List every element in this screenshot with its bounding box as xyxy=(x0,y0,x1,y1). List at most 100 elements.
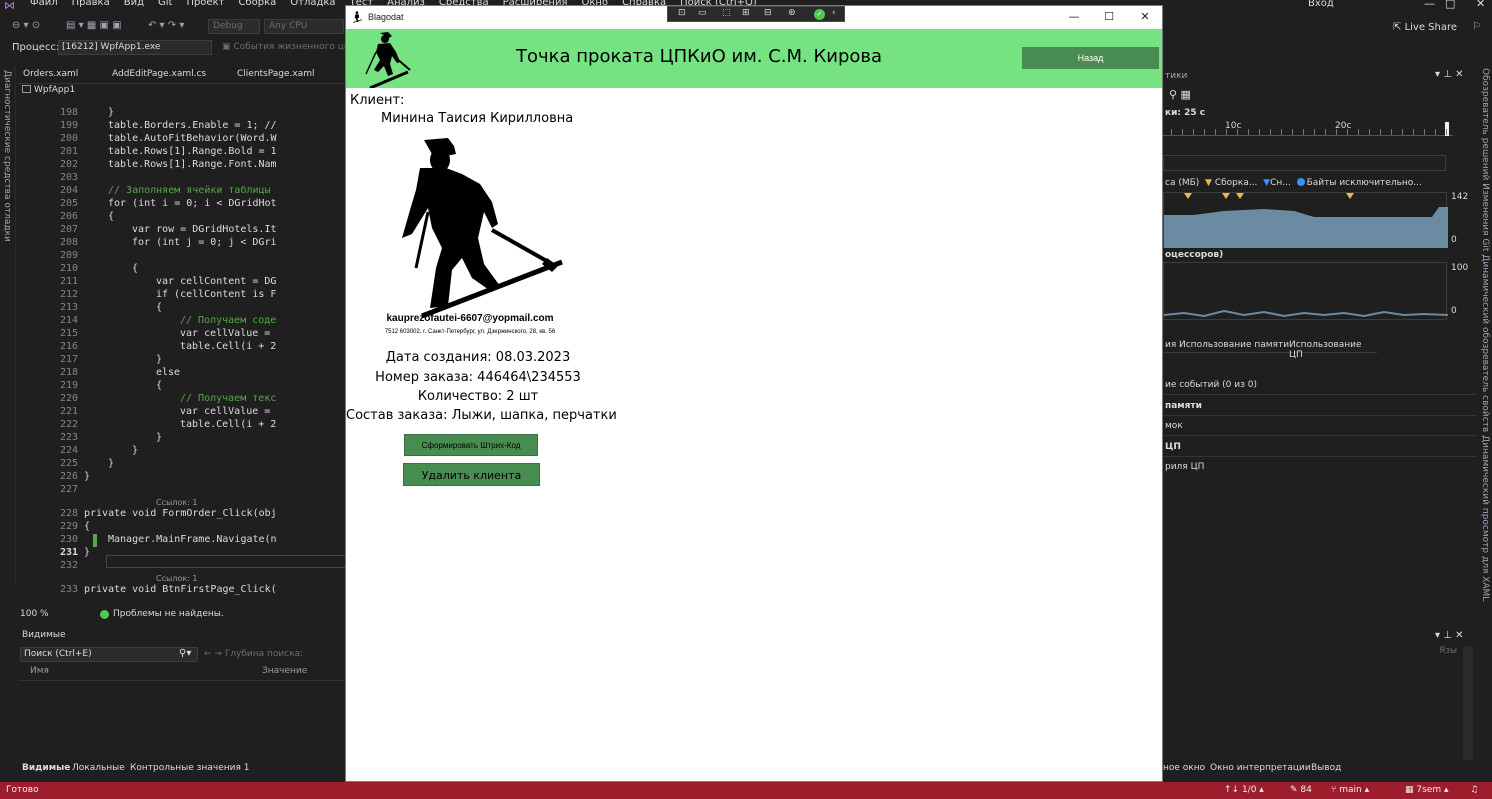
code-line[interactable]: 231} xyxy=(18,547,345,560)
code-line[interactable]: 219 { xyxy=(18,380,345,393)
app-maximize-button[interactable]: ☐ xyxy=(1097,9,1121,25)
code-line[interactable]: 207 var row = DGridHotels.It xyxy=(18,224,345,237)
code-line[interactable]: 201 table.Rows[1].Range.Bold = 1 xyxy=(18,146,345,159)
code-line[interactable]: 232 xyxy=(18,560,345,573)
xaml-debug-toolbar[interactable]: ⊡ ▭ ⬚ ⊞ ⊟ ⊛ ✓ ‹ xyxy=(667,6,845,22)
code-line[interactable]: 216 table.Cell(i + 2 xyxy=(18,341,345,354)
back-nav-icon[interactable]: ⊖ ▾ ⊙ xyxy=(12,20,40,31)
code-line[interactable]: 210 { xyxy=(18,263,345,276)
code-line[interactable]: 218 else xyxy=(18,367,345,380)
config-combo[interactable]: Debug xyxy=(208,19,260,34)
code-line[interactable]: 229 { xyxy=(18,521,345,534)
menu-item[interactable]: Git xyxy=(158,0,172,14)
search-icon[interactable]: ⚲▾ xyxy=(179,648,191,659)
tab-locals[interactable]: Локальные xyxy=(72,763,125,773)
menu-item[interactable]: Правка xyxy=(72,0,110,14)
code-line[interactable]: 233 private void BtnFirstPage_Click( xyxy=(18,584,345,597)
code-line[interactable]: 226} xyxy=(18,471,345,484)
code-line[interactable]: 228 private void FormOrder_Click(obj xyxy=(18,508,345,521)
code-line[interactable]: 209 xyxy=(18,250,345,263)
code-line[interactable]: 212 if (cellContent is F xyxy=(18,289,345,302)
adorners-icon[interactable]: ⊞ xyxy=(742,8,750,18)
vs-minimize-button[interactable]: — xyxy=(1424,0,1435,10)
code-editor[interactable]: 198} 199 table.Borders.Enable = 1; //200 ta… xyxy=(18,100,345,607)
code-line[interactable]: 204 // Заполняем ячейки таблицы xyxy=(18,185,345,198)
status-repo[interactable]: ▦ 7sem ▴ xyxy=(1405,785,1448,795)
menu-item[interactable]: Сборка xyxy=(238,0,276,14)
issues-status[interactable]: Проблемы не найдены. xyxy=(113,609,224,619)
track-focus-icon[interactable]: ⬚ xyxy=(722,8,731,18)
zoom-level[interactable]: 100 % xyxy=(20,609,49,619)
notifications-icon[interactable]: ♫ xyxy=(1470,785,1478,795)
diag-tool-icons[interactable]: ⚲ ▦ xyxy=(1169,88,1191,101)
platform-combo[interactable]: Any CPU xyxy=(264,19,344,34)
tab-addeditpage[interactable]: AddEditPage.xaml.cs xyxy=(112,69,206,79)
menu-item[interactable]: Вид xyxy=(124,0,144,14)
tab-orders-xaml[interactable]: Orders.xaml xyxy=(23,69,78,79)
code-line[interactable]: 213 { xyxy=(18,302,345,315)
code-line[interactable]: 223} xyxy=(18,432,345,445)
signin-link[interactable]: Вход xyxy=(1308,0,1334,9)
code-line[interactable]: 230 Manager.MainFrame.Navigate(n xyxy=(18,534,345,547)
vs-close-button[interactable]: ✕ xyxy=(1476,0,1485,10)
code-line[interactable]: 205 for (int i = 0; i < DGridHot xyxy=(18,198,345,211)
code-line[interactable]: 202 table.Rows[1].Range.Font.Nam xyxy=(18,159,345,172)
new-file-icon[interactable]: ▤ ▾ ▦ ▣ ▣ xyxy=(66,20,122,31)
code-line[interactable]: 208 for (int j = 0; j < DGri xyxy=(18,237,345,250)
back-button[interactable]: Назад xyxy=(1022,47,1159,69)
code-lens-references[interactable]: Ссылок: 1 xyxy=(156,498,197,507)
diag-row-profile[interactable]: риля ЦП xyxy=(1165,462,1204,472)
project-combo[interactable]: WpfApp1 xyxy=(18,85,345,99)
diag-filter-bar[interactable] xyxy=(1163,155,1446,171)
output-grid[interactable] xyxy=(1163,660,1461,760)
tab-summary[interactable]: ия xyxy=(1165,340,1176,350)
tab-output[interactable]: Вывод xyxy=(1311,763,1341,773)
tab-interpretation[interactable]: Окно интерпретации xyxy=(1210,763,1311,773)
hot-reload-icon[interactable]: ⊟ xyxy=(764,8,772,18)
code-line[interactable]: 227 xyxy=(18,484,345,497)
menu-item[interactable]: Файл xyxy=(30,0,58,14)
code-lens-references[interactable]: Ссылок: 1 xyxy=(156,574,197,583)
code-line[interactable]: 203 xyxy=(18,172,345,185)
tab-memory-usage[interactable]: Использование памяти xyxy=(1179,340,1289,350)
tab-watch1[interactable]: Контрольные значения 1 xyxy=(130,763,249,773)
generate-barcode-button[interactable]: Сформировать Штрих-Код xyxy=(404,434,538,456)
code-line[interactable]: 217} xyxy=(18,354,345,367)
live-tree-icon[interactable]: ⊛ xyxy=(788,8,796,18)
diag-row-events[interactable]: ие событий (0 из 0) xyxy=(1165,380,1257,390)
menu-item[interactable]: Отладка xyxy=(290,0,335,14)
app-close-button[interactable]: ✕ xyxy=(1133,9,1157,25)
app-minimize-button[interactable]: — xyxy=(1062,9,1086,25)
status-position[interactable]: ↑↓ 1/0 ▴ xyxy=(1224,785,1264,795)
select-element-icon[interactable]: ⊡ xyxy=(678,8,686,18)
diag-row-snapshot[interactable]: мок xyxy=(1165,421,1183,431)
tab-clientspage[interactable]: ClientsPage.xaml xyxy=(237,69,315,79)
code-line[interactable]: 199 table.Borders.Enable = 1; // xyxy=(18,120,345,133)
code-line[interactable]: 224} xyxy=(18,445,345,458)
code-line[interactable]: 214 // Получаем соде xyxy=(18,315,345,328)
tab-autos[interactable]: Видимые xyxy=(22,763,70,773)
vs-maximize-button[interactable]: □ xyxy=(1445,0,1455,10)
status-branch[interactable]: ⑂ main ▴ xyxy=(1331,785,1369,795)
process-combo[interactable]: [16212] WpfApp1.exe xyxy=(58,40,212,55)
feedback-icon[interactable]: ⚐ xyxy=(1472,21,1481,32)
code-line[interactable]: 220 // Получаем текс xyxy=(18,393,345,406)
display-layout-icon[interactable]: ▭ xyxy=(698,8,707,18)
code-line[interactable]: 198} xyxy=(18,107,345,120)
right-strip-label[interactable]: Обозреватель решений Изменения Git Динам… xyxy=(1480,68,1490,601)
code-line[interactable]: 206 { xyxy=(18,211,345,224)
code-line[interactable]: 222 table.Cell(i + 2 xyxy=(18,419,345,432)
code-line[interactable]: 221 var cellValue = xyxy=(18,406,345,419)
diag-timeline[interactable]: 10с 20с xyxy=(1163,120,1453,136)
delete-client-button[interactable]: Удалить клиента xyxy=(403,463,540,486)
code-line[interactable]: 200 table.AutoFitBehavior(Word.W xyxy=(18,133,345,146)
memory-chart[interactable] xyxy=(1163,192,1448,248)
diag-panel-controls[interactable]: ▾ ⊥ ✕ xyxy=(1435,69,1463,80)
tab-immediate[interactable]: ное окно xyxy=(1163,763,1205,773)
cpu-chart[interactable] xyxy=(1163,262,1449,320)
menu-item[interactable]: Проект xyxy=(186,0,224,14)
live-share-button[interactable]: ⇱ Live Share xyxy=(1393,22,1457,33)
code-line[interactable]: 215 var cellValue = xyxy=(18,328,345,341)
left-strip-label[interactable]: Диагностические средства отладки xyxy=(2,70,12,242)
watch-grid[interactable] xyxy=(18,680,345,760)
